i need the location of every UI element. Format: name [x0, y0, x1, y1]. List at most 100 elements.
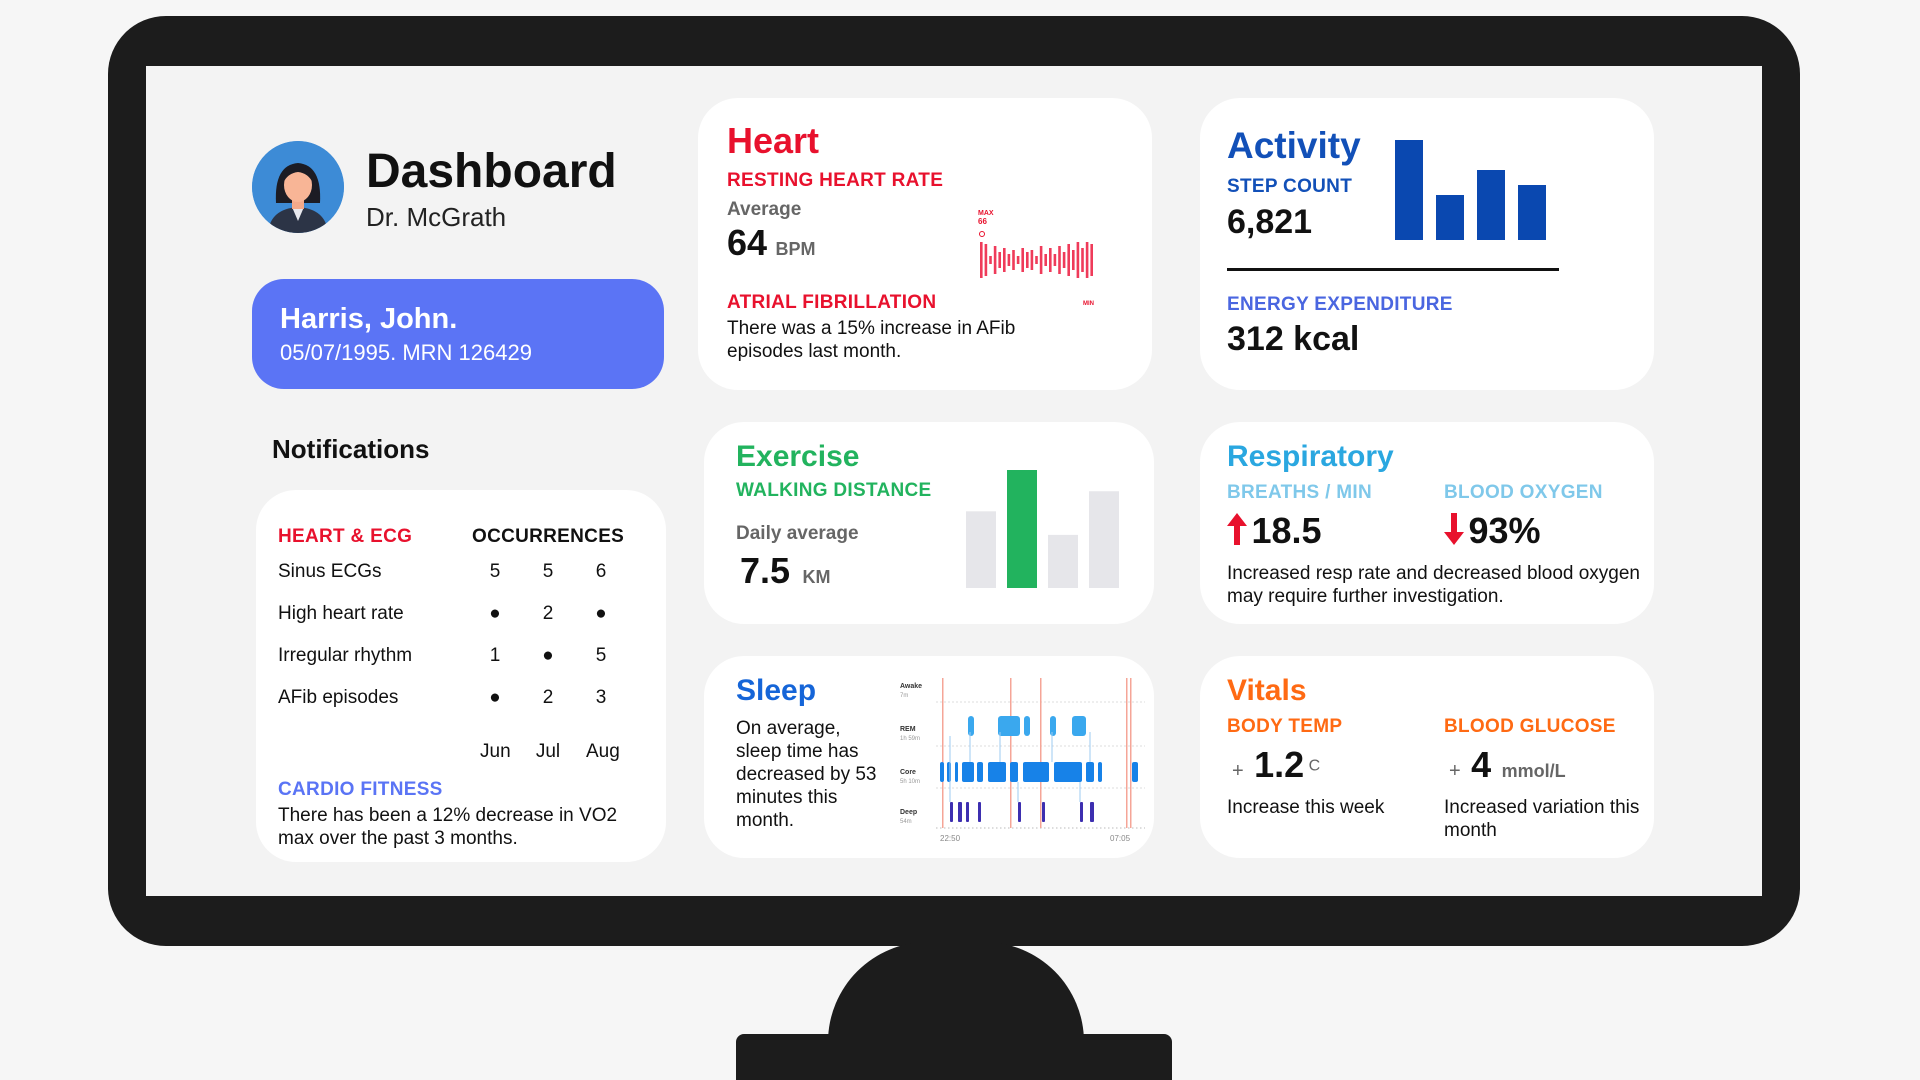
sleep-core-segment: [1132, 762, 1138, 782]
table-cell: ●: [595, 603, 607, 624]
walking-distance-bar: [1089, 491, 1119, 588]
sleep-core-segment: [977, 762, 983, 782]
resting-heart-rate-label: RESTING HEART RATE: [727, 170, 944, 191]
monitor-stand-neck: [828, 942, 1084, 1042]
step-count-bar: [1477, 170, 1505, 240]
cardio-fitness-text: There has been a 12% decrease in VO2 max…: [278, 805, 618, 849]
sleep-title: Sleep: [736, 674, 817, 707]
page-title: Dashboard: [366, 145, 617, 198]
sleep-deep-segment: [966, 802, 969, 822]
vitals-title: Vitals: [1227, 674, 1307, 707]
heart-title: Heart: [727, 120, 820, 161]
sleep-core-segment: [1086, 762, 1094, 782]
sleep-rem-segment: [1024, 716, 1030, 736]
glucose-unit: mmol/L: [1501, 761, 1566, 781]
table-row[interactable]: Irregular rhythm 1 ● 5: [256, 644, 666, 668]
temp-sign: +: [1232, 760, 1244, 782]
body-temp-label: BODY TEMP: [1227, 716, 1343, 737]
glucose-value: 4: [1471, 744, 1492, 785]
distance-value: 7.5: [740, 550, 791, 591]
bpm-unit: BPM: [775, 239, 816, 259]
sleep-awake-mark: [942, 678, 944, 828]
heart-rate-bar: [1053, 254, 1057, 266]
oxygen-value: 93%: [1468, 510, 1541, 551]
sleep-deep-segment: [1042, 802, 1045, 822]
temp-unit: C: [1308, 757, 1321, 775]
breaths-value: 18.5: [1251, 510, 1322, 551]
sleep-awake-mark: [1040, 678, 1042, 828]
oxygen-value-row: 93%: [1444, 510, 1541, 552]
sleep-core-segment: [1010, 762, 1018, 782]
heart-rate-bar: [1035, 256, 1038, 264]
sleep-stage-label: Awake: [900, 683, 922, 690]
exercise-title: Exercise: [736, 440, 860, 473]
oxygen-label: BLOOD OXYGEN: [1444, 482, 1603, 503]
month-label: Aug: [586, 741, 620, 762]
walking-distance-label: WALKING DISTANCE: [736, 480, 932, 501]
table-cell: 2: [542, 687, 554, 708]
sleep-stage-duration: 54m: [900, 819, 912, 825]
sleep-deep-segment: [1080, 802, 1083, 822]
arrow-down-icon: [1444, 513, 1464, 545]
arrow-up-icon: [1227, 513, 1247, 545]
sleep-start-time: 22:50: [940, 834, 961, 843]
sleep-stage-label: Deep: [900, 809, 917, 816]
doctor-name: Dr. McGrath: [366, 202, 507, 232]
sleep-end-time: 07:05: [1110, 834, 1131, 843]
patient-name: Harris, John.: [280, 303, 458, 335]
step-count-label: STEP COUNT: [1227, 176, 1353, 197]
row-label: High heart rate: [278, 603, 404, 624]
table-row[interactable]: High heart rate ● 2 ●: [256, 602, 666, 626]
sleep-card[interactable]: Sleep On average, sleep time has decreas…: [704, 656, 1154, 858]
chart-min-label: MIN: [1083, 301, 1094, 307]
sleep-deep-segment: [978, 802, 981, 822]
heart-rate-bar: [980, 242, 983, 278]
sleep-awake-mark: [1130, 678, 1132, 828]
step-count-value: 6,821: [1227, 203, 1313, 241]
heart-rate-bar: [1072, 250, 1075, 270]
body-temp-value-row: + 1.2 C: [1232, 744, 1320, 786]
table-row[interactable]: Sinus ECGs 5 5 6: [256, 560, 666, 584]
sleep-stage-duration: 5h 10m: [900, 779, 920, 785]
heart-rate-bar: [1081, 248, 1084, 272]
heart-rate-bar: [1030, 250, 1034, 270]
activity-card[interactable]: Activity STEP COUNT 6,821 ENERGY EXPENDI…: [1200, 98, 1654, 390]
notifications-card: HEART & ECG OCCURRENCES Sinus ECGs 5 5 6 Hig…: [256, 490, 666, 862]
table-row[interactable]: AFib episodes ● 2 3: [256, 686, 666, 710]
sleep-stage-label: Core: [900, 769, 916, 776]
afib-text: There was a 15% increase in AFib episode…: [727, 318, 1016, 362]
table-cell: 2: [542, 603, 554, 624]
sleep-rem-segment: [998, 716, 1020, 736]
respiratory-card[interactable]: Respiratory BREATHS / MIN BLOOD OXYGEN 1…: [1200, 422, 1654, 624]
doctor-avatar-icon[interactable]: [252, 141, 344, 233]
heart-rate-bar: [1007, 254, 1011, 266]
heart-card[interactable]: Heart RESTING HEART RATE Average 64 BPM …: [698, 98, 1152, 390]
table-cell: 5: [542, 561, 554, 582]
table-cell: 5: [489, 561, 501, 582]
heart-rate-bar: [989, 256, 992, 264]
sleep-core-segment: [940, 762, 944, 782]
cardio-fitness-label: CARDIO FITNESS: [278, 779, 443, 800]
temp-value: 1.2: [1254, 744, 1305, 785]
energy-value: 312 kcal: [1227, 320, 1360, 358]
monitor-stand-base: [736, 1034, 1172, 1080]
heart-rate-bar: [1085, 242, 1089, 278]
sleep-stage-label: REM: [900, 726, 916, 733]
patient-meta: 05/07/1995. MRN 126429: [280, 340, 532, 365]
heart-ecg-label: HEART & ECG: [278, 526, 413, 547]
sleep-stage-duration: 1h 59m: [900, 736, 920, 742]
glucose-sign: +: [1449, 760, 1461, 782]
heart-rate-value: 64 BPM: [727, 222, 816, 264]
exercise-card[interactable]: Exercise WALKING DISTANCE Daily average …: [704, 422, 1154, 624]
occurrences-label: OCCURRENCES: [472, 526, 625, 547]
patient-card[interactable]: Harris, John. 05/07/1995. MRN 126429: [252, 279, 664, 389]
table-cell: ●: [489, 687, 501, 708]
breaths-label: BREATHS / MIN: [1227, 482, 1372, 503]
heart-rate-bar: [1062, 252, 1066, 268]
blood-glucose-note: Increased variation this month: [1444, 797, 1640, 841]
distance-unit: KM: [802, 567, 831, 587]
vitals-card[interactable]: Vitals BODY TEMP BLOOD GLUCOSE + 1.2 C +…: [1200, 656, 1654, 858]
blood-glucose-value-row: + 4 mmol/L: [1449, 744, 1566, 786]
walking-distance-value: 7.5 KM: [740, 550, 831, 592]
activity-title: Activity: [1227, 125, 1361, 166]
